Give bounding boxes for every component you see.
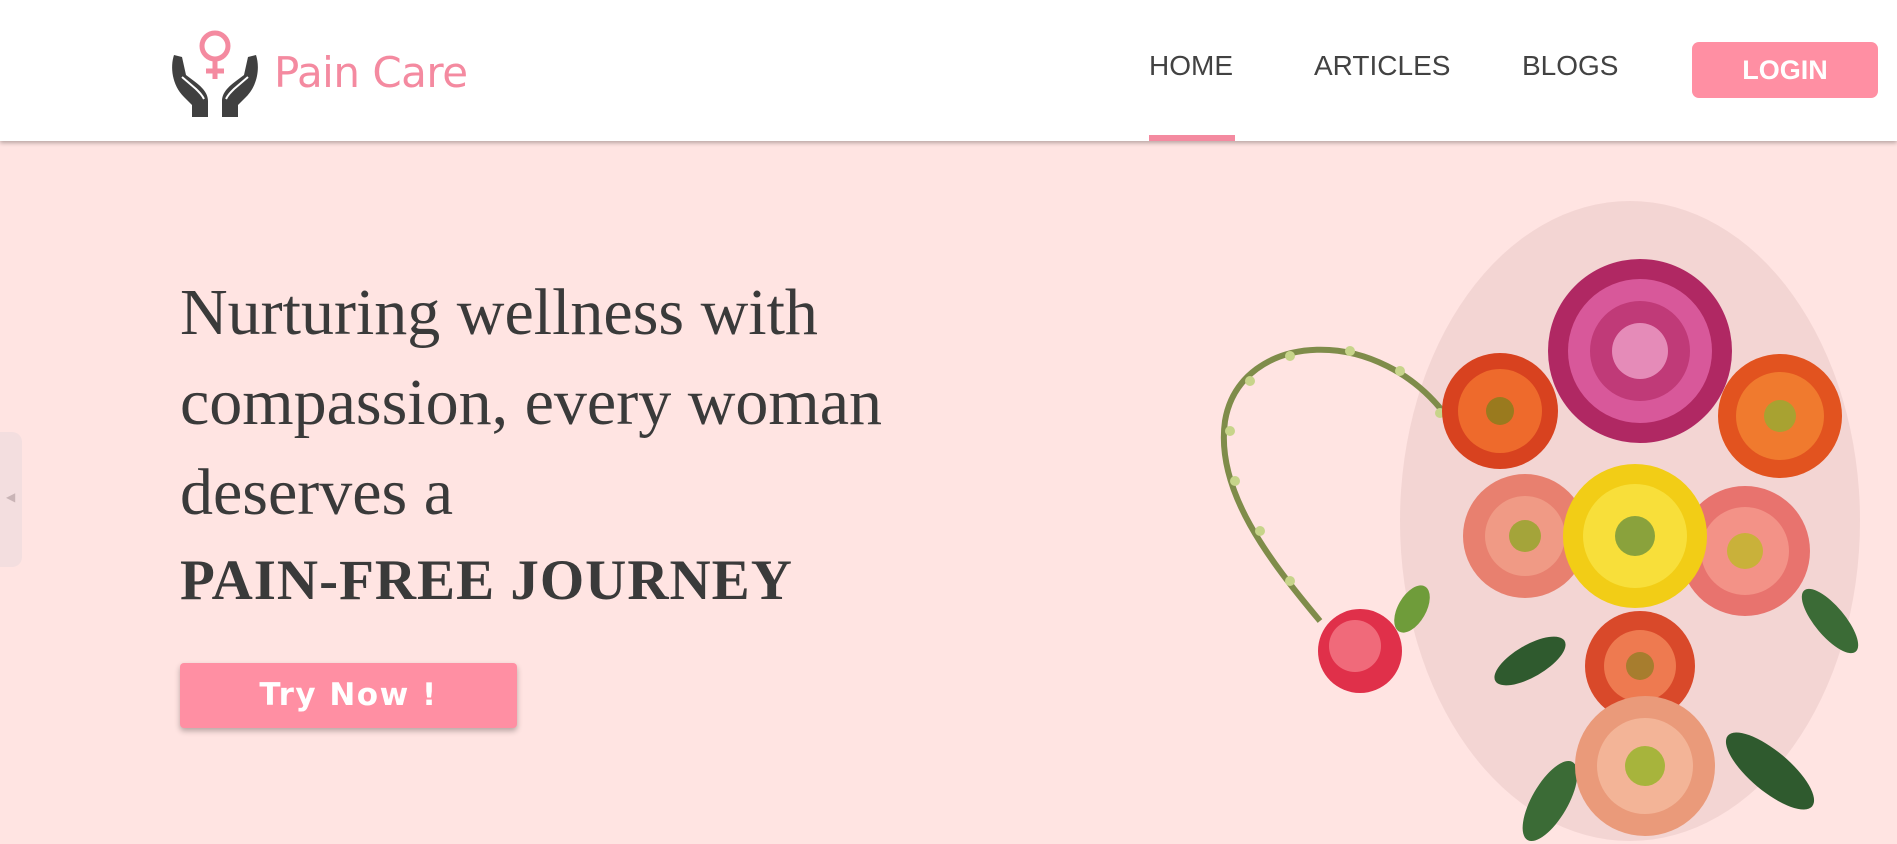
- side-drawer-handle[interactable]: ◀: [0, 432, 22, 567]
- try-now-button[interactable]: Try Now !: [180, 663, 517, 728]
- brand-name: Pain Care: [274, 48, 468, 97]
- top-navbar: Pain Care HOME ARTICLES BLOGS LOGIN: [0, 0, 1897, 141]
- nav-articles[interactable]: ARTICLES: [1314, 50, 1450, 82]
- nav-blogs[interactable]: BLOGS: [1522, 50, 1618, 82]
- nav-home[interactable]: HOME: [1149, 50, 1233, 82]
- hands-female-symbol-icon: [172, 30, 258, 117]
- hero-line: compassion, every woman: [180, 366, 882, 439]
- hero-line: deserves a: [180, 456, 454, 529]
- brand-logo[interactable]: Pain Care: [170, 25, 468, 120]
- chevron-left-icon: ◀: [6, 490, 16, 504]
- active-nav-indicator: [1149, 135, 1235, 141]
- login-button[interactable]: LOGIN: [1692, 42, 1878, 98]
- hero-highlight: PAIN-FREE JOURNEY: [180, 549, 793, 612]
- flower-bouquet-image: [1220, 201, 1860, 841]
- hero-line: Nurturing wellness with: [180, 276, 818, 349]
- hero-heading: Nurturing wellness with compassion, ever…: [180, 268, 980, 624]
